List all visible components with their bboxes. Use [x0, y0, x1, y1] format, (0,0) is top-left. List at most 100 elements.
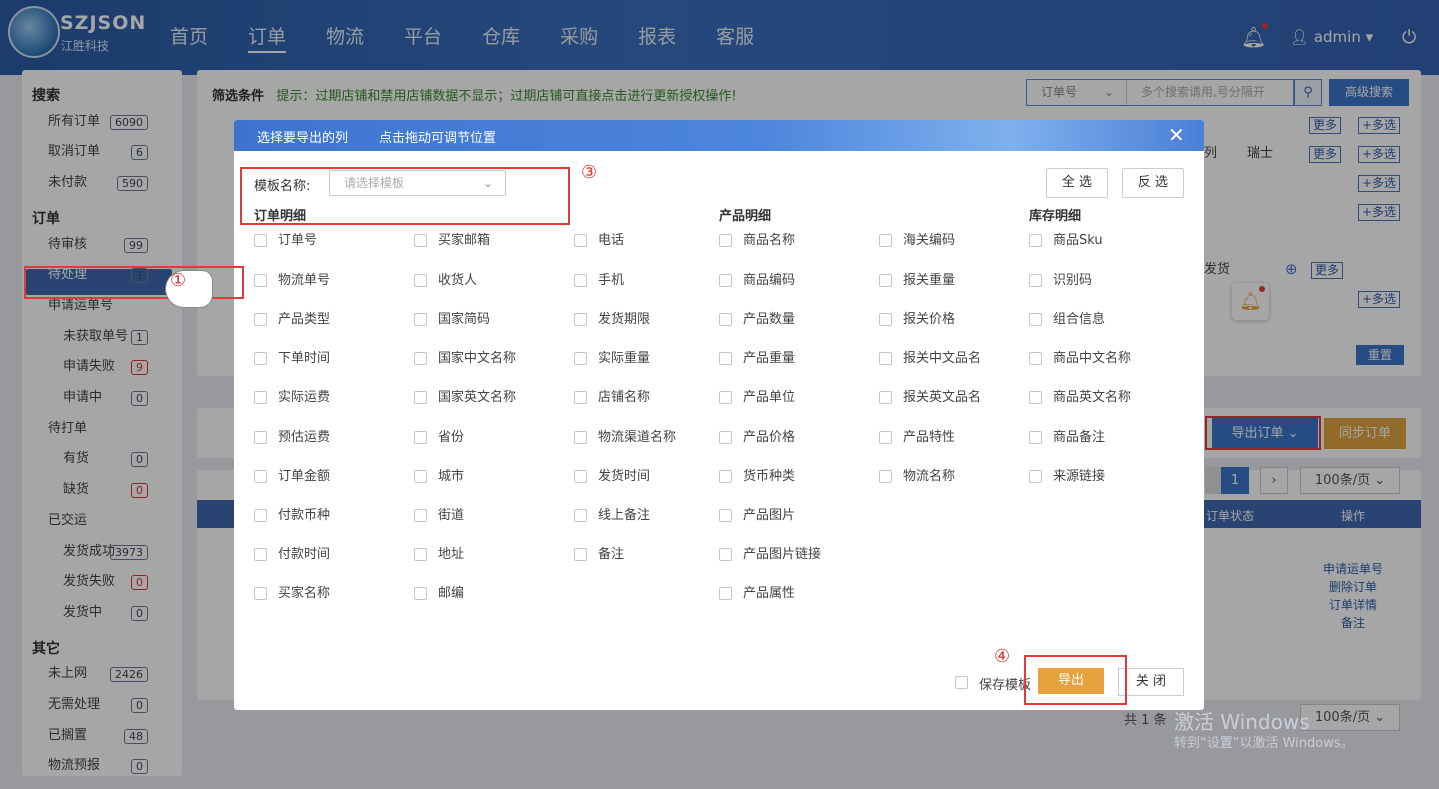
checkbox[interactable]	[254, 509, 267, 522]
checkbox[interactable]	[1029, 391, 1042, 404]
checkbox[interactable]	[574, 391, 587, 404]
close-icon[interactable]: ✕	[1168, 123, 1185, 147]
option-label: 商品Sku	[1053, 233, 1103, 248]
option-label: 街道	[438, 508, 465, 523]
checkbox[interactable]	[1029, 234, 1042, 247]
option-label: 下单时间	[278, 351, 331, 366]
checkbox[interactable]	[254, 313, 267, 326]
option-label: 省份	[438, 430, 465, 445]
checkbox[interactable]	[574, 313, 587, 326]
checkbox[interactable]	[1029, 274, 1042, 287]
option-label: 国家中文名称	[438, 351, 517, 366]
checkbox[interactable]	[719, 313, 732, 326]
annotation-box-4	[1024, 655, 1127, 705]
select-all-button[interactable]: 全 选	[1046, 168, 1108, 198]
option-label: 报关价格	[903, 312, 956, 327]
option-label: 买家邮箱	[438, 233, 491, 248]
option-label: 收货人	[438, 273, 478, 288]
checkbox[interactable]	[719, 234, 732, 247]
annotation-1: ①	[170, 270, 187, 291]
option-label: 发货时间	[598, 469, 651, 484]
windows-watermark: 激活 Windows	[1174, 710, 1310, 734]
option-label: 实际重量	[598, 351, 651, 366]
invert-selection-button[interactable]: 反 选	[1122, 168, 1184, 198]
option-label: 来源链接	[1053, 469, 1106, 484]
checkbox[interactable]	[414, 548, 427, 561]
checkbox[interactable]	[414, 509, 427, 522]
checkbox[interactable]	[254, 548, 267, 561]
option-label: 买家名称	[278, 586, 331, 601]
checkbox[interactable]	[879, 431, 892, 444]
checkbox[interactable]	[1029, 431, 1042, 444]
checkbox[interactable]	[719, 470, 732, 483]
option-label: 产品重量	[743, 351, 796, 366]
checkbox[interactable]	[574, 509, 587, 522]
checkbox[interactable]	[254, 352, 267, 365]
checkbox[interactable]	[574, 431, 587, 444]
checkbox[interactable]	[1029, 313, 1042, 326]
annotation-4: ④	[994, 646, 1011, 667]
checkbox[interactable]	[574, 234, 587, 247]
checkbox[interactable]	[879, 352, 892, 365]
option-label: 订单号	[278, 233, 318, 248]
checkbox[interactable]	[879, 234, 892, 247]
checkbox[interactable]	[254, 431, 267, 444]
section-product-details: 产品明细	[719, 209, 772, 224]
checkbox[interactable]	[879, 470, 892, 483]
option-label: 邮编	[438, 586, 465, 601]
checkbox[interactable]	[955, 676, 968, 689]
checkbox[interactable]	[719, 587, 732, 600]
option-label: 手机	[598, 273, 625, 288]
option-label: 国家简码	[438, 312, 491, 327]
option-label: 物流单号	[278, 273, 331, 288]
checkbox[interactable]	[414, 587, 427, 600]
checkbox[interactable]	[719, 509, 732, 522]
option-label: 付款时间	[278, 547, 331, 562]
checkbox[interactable]	[1029, 352, 1042, 365]
option-label: 地址	[438, 547, 465, 562]
checkbox[interactable]	[254, 587, 267, 600]
checkbox[interactable]	[879, 274, 892, 287]
checkbox[interactable]	[574, 548, 587, 561]
checkbox[interactable]	[879, 391, 892, 404]
checkbox[interactable]	[879, 313, 892, 326]
option-label: 海关编码	[903, 233, 956, 248]
option-label: 报关英文品名	[903, 390, 982, 405]
close-button[interactable]: 关 闭	[1118, 668, 1184, 696]
checkbox[interactable]	[719, 548, 732, 561]
checkbox[interactable]	[254, 470, 267, 483]
checkbox[interactable]	[414, 313, 427, 326]
option-label: 产品图片	[743, 508, 796, 523]
checkbox[interactable]	[254, 391, 267, 404]
option-label: 识别码	[1053, 273, 1093, 288]
section-stock-details: 库存明细	[1029, 209, 1082, 224]
checkbox[interactable]	[574, 352, 587, 365]
option-label: 产品特性	[903, 430, 956, 445]
annotation-box-3	[240, 167, 570, 225]
option-label: 组合信息	[1053, 312, 1106, 327]
dialog-subtitle: 点击拖动可调节位置	[379, 131, 497, 146]
option-label: 国家英文名称	[438, 390, 517, 405]
option-label: 报关重量	[903, 273, 956, 288]
option-label: 店铺名称	[598, 390, 651, 405]
checkbox[interactable]	[254, 234, 267, 247]
checkbox[interactable]	[414, 391, 427, 404]
checkbox[interactable]	[574, 470, 587, 483]
checkbox[interactable]	[574, 274, 587, 287]
option-label: 备注	[598, 547, 625, 562]
checkbox[interactable]	[254, 274, 267, 287]
checkbox[interactable]	[414, 352, 427, 365]
option-label: 产品图片链接	[743, 547, 822, 562]
checkbox[interactable]	[414, 234, 427, 247]
checkbox[interactable]	[414, 470, 427, 483]
checkbox[interactable]	[719, 391, 732, 404]
checkbox[interactable]	[719, 431, 732, 444]
option-label: 产品数量	[743, 312, 796, 327]
option-label: 产品类型	[278, 312, 331, 327]
checkbox[interactable]	[414, 431, 427, 444]
checkbox[interactable]	[414, 274, 427, 287]
checkbox[interactable]	[1029, 470, 1042, 483]
checkbox[interactable]	[719, 352, 732, 365]
option-label: 产品属性	[743, 586, 796, 601]
checkbox[interactable]	[719, 274, 732, 287]
